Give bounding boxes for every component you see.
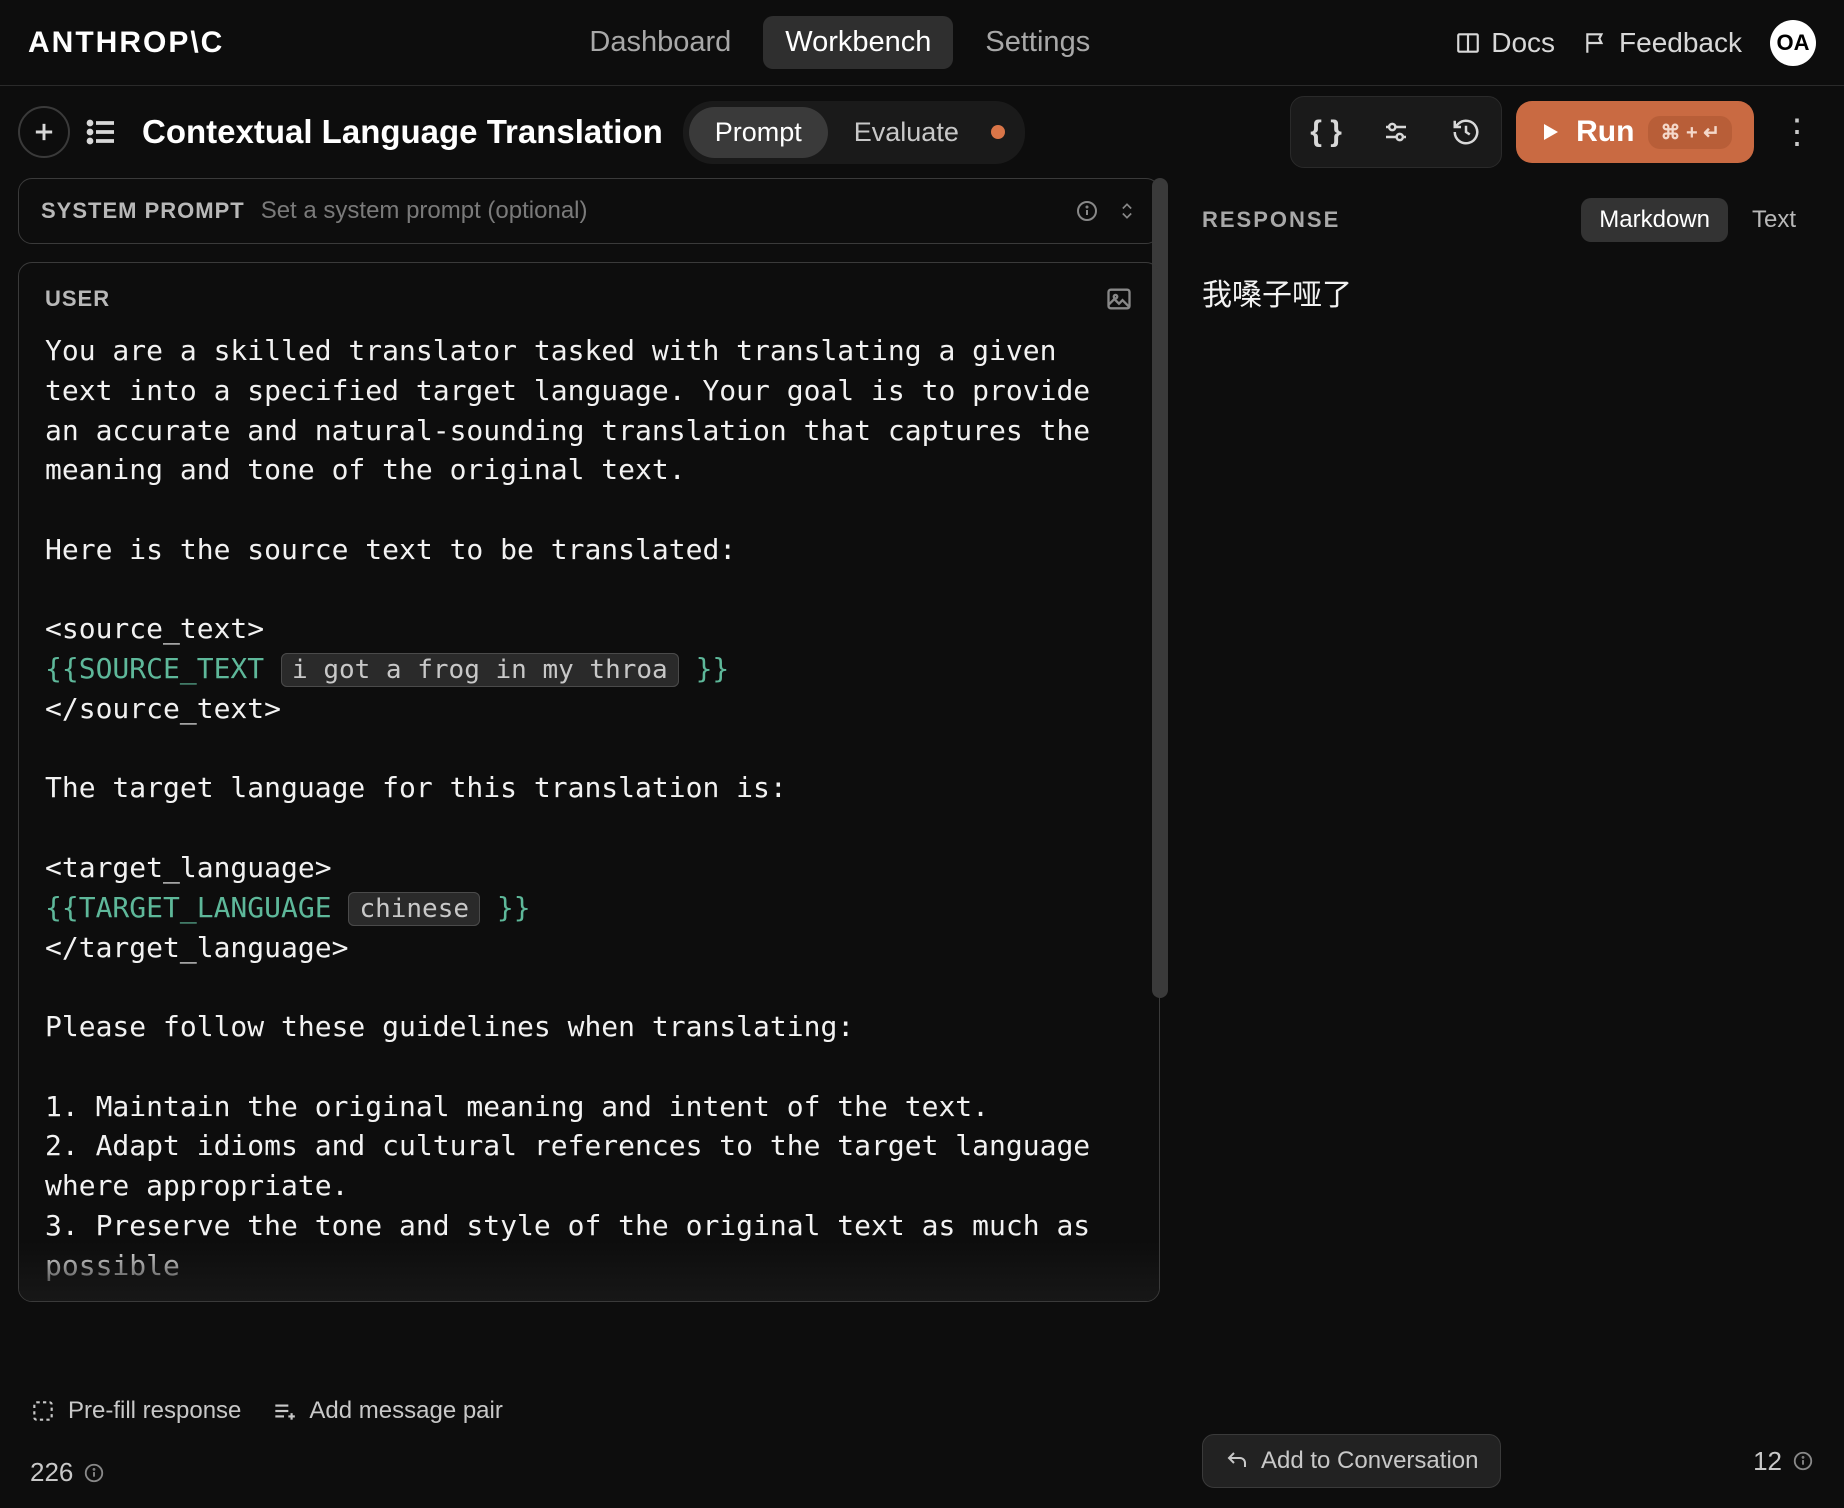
prefill-label: Pre-fill response bbox=[68, 1397, 241, 1425]
user-body-3: Please follow these guidelines when tran… bbox=[45, 1010, 1107, 1282]
source-close-tag: </source_text> bbox=[45, 692, 281, 725]
user-body-1: You are a skilled translator tasked with… bbox=[45, 334, 1107, 566]
prompt-scroll-area[interactable]: SYSTEM PROMPT Set a system prompt (optio… bbox=[0, 178, 1172, 1377]
avatar[interactable]: OA bbox=[1770, 20, 1816, 66]
view-markdown[interactable]: Markdown bbox=[1581, 198, 1728, 242]
list-icon bbox=[84, 114, 120, 150]
right-column: RESPONSE Markdown Text 我嗓子哑了 Add to Conv… bbox=[1172, 178, 1844, 1508]
flag-icon bbox=[1583, 30, 1609, 56]
logo: ANTHROP\C bbox=[28, 26, 224, 60]
sliders-icon bbox=[1381, 117, 1411, 147]
run-kbd-hint: ⌘ + ↵ bbox=[1648, 116, 1732, 149]
feedback-label: Feedback bbox=[1619, 27, 1742, 59]
view-text[interactable]: Text bbox=[1734, 198, 1814, 242]
reply-arrow-icon bbox=[1225, 1449, 1249, 1473]
left-column: SYSTEM PROMPT Set a system prompt (optio… bbox=[0, 178, 1172, 1508]
info-icon[interactable] bbox=[1792, 1450, 1814, 1472]
tab-evaluate[interactable]: Evaluate bbox=[828, 107, 985, 158]
list-button[interactable] bbox=[84, 114, 120, 150]
target-var-close: }} bbox=[497, 891, 531, 924]
response-body: 我嗓子哑了 bbox=[1202, 270, 1814, 1418]
run-label: Run bbox=[1576, 115, 1634, 149]
nav-center: Dashboard Workbench Settings bbox=[244, 16, 1435, 69]
left-footer: Pre-fill response Add message pair bbox=[0, 1377, 1172, 1449]
main: SYSTEM PROMPT Set a system prompt (optio… bbox=[0, 178, 1844, 1508]
response-header: RESPONSE Markdown Text bbox=[1202, 198, 1814, 242]
more-menu[interactable]: ⋮ bbox=[1768, 112, 1826, 152]
response-view-toggle: Markdown Text bbox=[1581, 198, 1814, 242]
settings-sliders-button[interactable] bbox=[1367, 103, 1425, 161]
system-prompt-label: SYSTEM PROMPT bbox=[41, 198, 245, 224]
info-icon[interactable] bbox=[1075, 199, 1099, 223]
braces-icon: { } bbox=[1310, 115, 1342, 149]
source-var-close: }} bbox=[696, 652, 730, 685]
prefill-response-button[interactable]: Pre-fill response bbox=[30, 1397, 241, 1425]
evaluate-indicator bbox=[991, 125, 1005, 139]
right-footer: Add to Conversation 12 bbox=[1202, 1418, 1814, 1488]
prefill-icon bbox=[30, 1398, 56, 1424]
info-icon[interactable] bbox=[83, 1462, 105, 1484]
run-button[interactable]: Run ⌘ + ↵ bbox=[1516, 101, 1754, 163]
play-icon bbox=[1538, 120, 1562, 144]
user-content[interactable]: You are a skilled translator tasked with… bbox=[45, 331, 1133, 1285]
target-var-name: {{TARGET_LANGUAGE bbox=[45, 891, 332, 924]
docs-label: Docs bbox=[1491, 27, 1555, 59]
target-close-tag: </target_language> bbox=[45, 931, 348, 964]
user-label: USER bbox=[45, 286, 110, 312]
source-var-value[interactable]: i got a frog in my throa bbox=[281, 653, 679, 687]
add-pair-label: Add message pair bbox=[309, 1397, 502, 1425]
toolbar: Contextual Language Translation Prompt E… bbox=[0, 86, 1844, 178]
target-open-tag: <target_language> bbox=[45, 851, 332, 884]
top-nav: ANTHROP\C Dashboard Workbench Settings D… bbox=[0, 0, 1844, 86]
response-token-count: 12 bbox=[1753, 1446, 1782, 1477]
tool-icon-group: { } bbox=[1290, 96, 1502, 168]
history-button[interactable] bbox=[1437, 103, 1495, 161]
book-icon bbox=[1455, 30, 1481, 56]
history-icon bbox=[1451, 117, 1481, 147]
add-conv-label: Add to Conversation bbox=[1261, 1447, 1478, 1475]
page-title: Contextual Language Translation bbox=[142, 113, 663, 151]
nav-settings[interactable]: Settings bbox=[963, 16, 1112, 69]
nav-dashboard[interactable]: Dashboard bbox=[567, 16, 753, 69]
docs-link[interactable]: Docs bbox=[1455, 27, 1555, 59]
add-to-conversation-button[interactable]: Add to Conversation bbox=[1202, 1434, 1501, 1488]
system-prompt-placeholder: Set a system prompt (optional) bbox=[261, 197, 1075, 225]
image-icon[interactable] bbox=[1105, 285, 1133, 313]
user-message-card[interactable]: USER You are a skilled translator tasked… bbox=[18, 262, 1160, 1302]
new-button[interactable] bbox=[18, 106, 70, 158]
prompt-token-count: 226 bbox=[30, 1457, 73, 1488]
response-label: RESPONSE bbox=[1202, 207, 1340, 233]
source-var-name: {{SOURCE_TEXT bbox=[45, 652, 264, 685]
expand-icon[interactable] bbox=[1117, 199, 1137, 223]
add-pair-icon bbox=[271, 1398, 297, 1424]
nav-workbench[interactable]: Workbench bbox=[763, 16, 953, 69]
source-open-tag: <source_text> bbox=[45, 612, 264, 645]
kebab-icon: ⋮ bbox=[1780, 113, 1814, 151]
user-body-2: The target language for this translation… bbox=[45, 771, 787, 804]
plus-icon bbox=[30, 118, 58, 146]
nav-right: Docs Feedback OA bbox=[1455, 20, 1816, 66]
target-var-value[interactable]: chinese bbox=[348, 892, 480, 926]
prompt-eval-tabs: Prompt Evaluate bbox=[683, 101, 1025, 164]
add-message-pair-button[interactable]: Add message pair bbox=[271, 1397, 502, 1425]
variables-button[interactable]: { } bbox=[1297, 103, 1355, 161]
system-prompt-card[interactable]: SYSTEM PROMPT Set a system prompt (optio… bbox=[18, 178, 1160, 244]
response-token-count-wrap: 12 bbox=[1753, 1446, 1814, 1477]
tab-prompt[interactable]: Prompt bbox=[689, 107, 828, 158]
feedback-link[interactable]: Feedback bbox=[1583, 27, 1742, 59]
